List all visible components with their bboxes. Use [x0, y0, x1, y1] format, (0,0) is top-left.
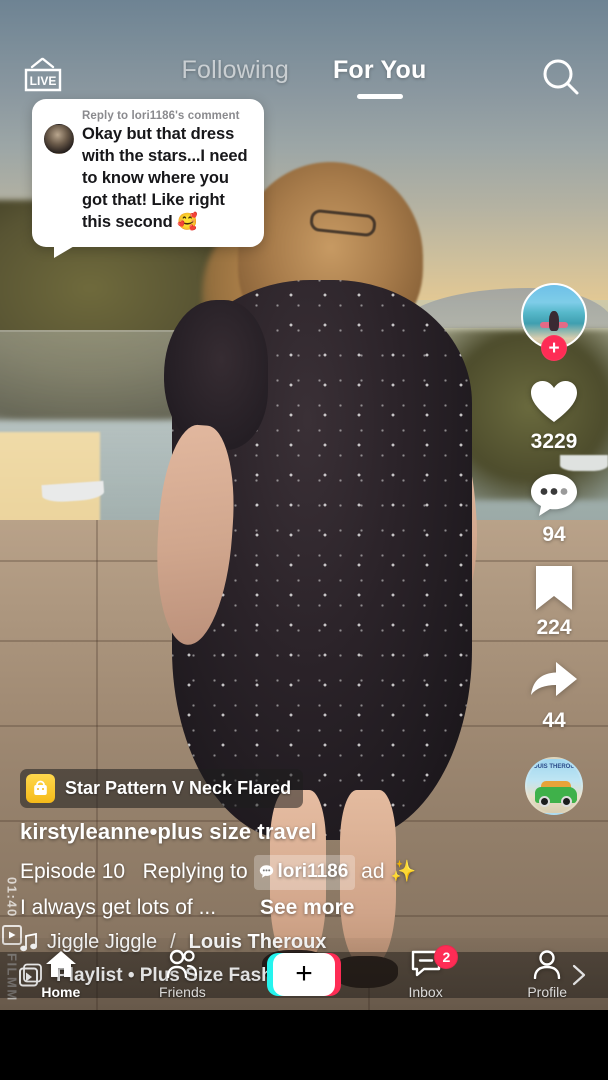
product-tag[interactable]: Star Pattern V Neck Flared	[20, 768, 304, 808]
profile-icon	[531, 948, 563, 980]
share-count: 44	[542, 709, 566, 732]
mention-username: lori1186	[277, 860, 349, 882]
caption-block: Star Pattern V Neck Flared kirstyleanne•…	[0, 768, 510, 954]
bookmark-count: 224	[536, 616, 572, 639]
desc-replying: Replying to	[142, 859, 248, 883]
action-rail: + 3229 94 224 44 LOUIS THEROUX	[514, 283, 594, 815]
comment-count: 94	[542, 523, 566, 546]
share-arrow-icon	[527, 654, 581, 708]
nav-item-home[interactable]: Home	[0, 948, 122, 1000]
nav-label-friends: Friends	[159, 984, 206, 1000]
bottom-navigation-bar: Home Friends + 2 Inbox Profile	[0, 938, 608, 1010]
nav-label-inbox: Inbox	[408, 984, 443, 1000]
nav-item-profile[interactable]: Profile	[486, 948, 608, 1000]
shopping-bag-icon	[26, 773, 55, 803]
comment-bubble-icon	[527, 468, 581, 522]
see-more-button[interactable]: See more	[260, 896, 355, 919]
bottom-black-bar	[0, 1010, 608, 1080]
top-navigation-bar: LIVE Following For You	[0, 0, 608, 118]
tab-for-you[interactable]: For You	[332, 56, 427, 99]
author-username[interactable]: kirstyleanne•plus size travel	[20, 819, 490, 845]
nav-item-inbox[interactable]: 2 Inbox	[365, 945, 487, 1000]
commenter-avatar	[44, 124, 74, 154]
desc-line-two: I always get lots of ...	[20, 895, 217, 919]
tab-for-you-label: For You	[332, 56, 427, 84]
nav-item-create[interactable]: +	[243, 952, 365, 996]
reply-comment-card[interactable]: Reply to lori1186's comment Okay but tha…	[32, 99, 264, 258]
music-disc-icon[interactable]: LOUIS THEROUX	[525, 757, 583, 815]
comment-text: Okay but that dress with the stars...I n…	[82, 125, 248, 231]
inbox-badge: 2	[434, 945, 459, 969]
heart-icon	[527, 375, 581, 429]
nav-label-profile: Profile	[527, 984, 568, 1000]
like-button[interactable]: 3229	[527, 375, 581, 454]
share-button[interactable]: 44	[527, 654, 581, 733]
bookmark-icon	[527, 561, 581, 615]
follow-plus-badge[interactable]: +	[541, 335, 567, 361]
tiktok-feed-screen: LIVE Following For You Reply to lori1186…	[0, 0, 608, 1080]
video-description[interactable]: Episode 10 Replying to lori1186 ad ✨ I a…	[20, 854, 490, 925]
sparkles-emoji: ✨	[390, 859, 417, 883]
friends-icon	[165, 948, 199, 980]
music-cover-title: LOUIS THEROUX	[529, 764, 579, 770]
desc-ad: ad	[361, 859, 385, 883]
search-button[interactable]	[536, 52, 586, 102]
tab-active-underline	[356, 94, 403, 99]
tab-following[interactable]: Following	[182, 56, 289, 85]
nav-item-friends[interactable]: Friends	[122, 948, 244, 1000]
like-count: 3229	[530, 430, 578, 453]
comment-button[interactable]: 94	[527, 468, 581, 547]
feed-tabs: Following For You	[0, 56, 608, 99]
desc-episode: Episode 10	[20, 859, 126, 883]
create-plus-icon: +	[295, 957, 313, 990]
create-button[interactable]: +	[266, 952, 341, 996]
author-avatar-button[interactable]: +	[521, 283, 587, 361]
bookmark-button[interactable]: 224	[527, 561, 581, 640]
nav-label-home: Home	[41, 984, 81, 1000]
mention-chip[interactable]: lori1186	[253, 854, 356, 890]
search-icon	[543, 59, 579, 95]
product-name: Star Pattern V Neck Flared	[65, 777, 292, 798]
mention-bubble-icon	[259, 865, 273, 879]
home-icon	[45, 948, 77, 980]
